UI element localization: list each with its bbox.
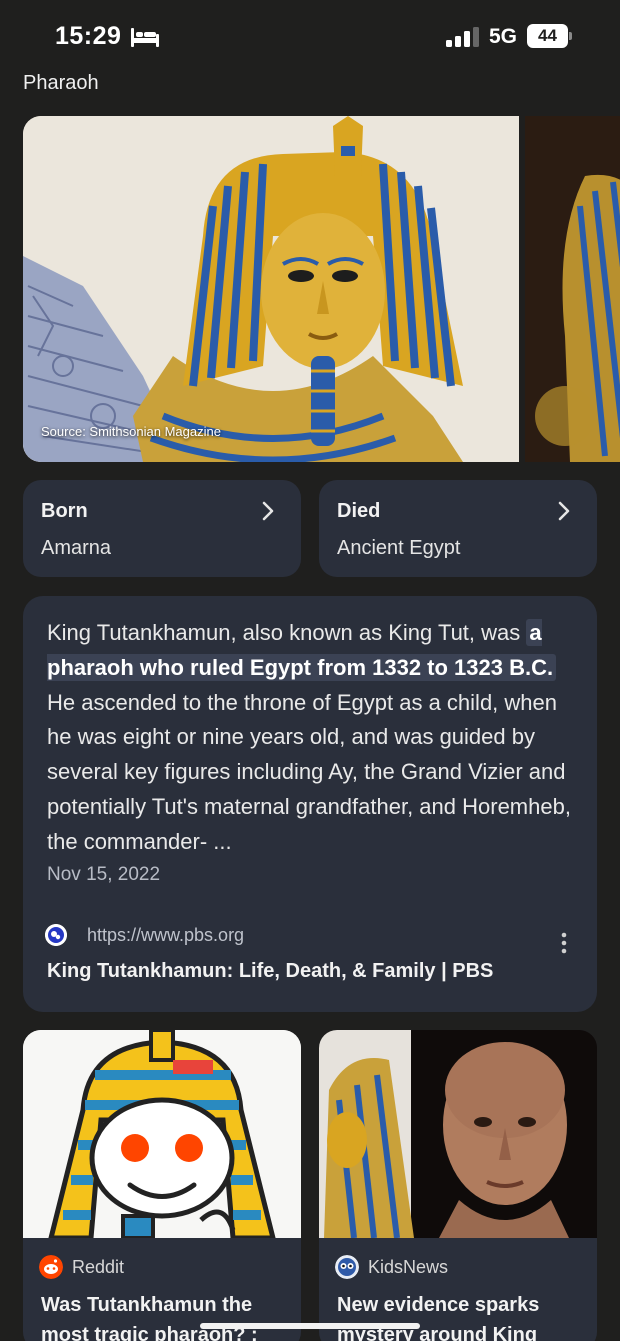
result-thumbnail (23, 1030, 301, 1238)
fact-card-died[interactable]: Died Ancient Egypt (319, 480, 597, 577)
network-type: 5G (489, 25, 518, 48)
snippet-text: King Tutankhamun, also known as King Tut… (47, 616, 577, 860)
search-results-page: 15:29 5G 44 Pharaoh Source: Smithsonian … (0, 0, 620, 1341)
snippet-source[interactable]: https://www.pbs.org (45, 924, 575, 950)
result-site-name: Reddit (72, 1257, 125, 1277)
chevron-right-icon (558, 501, 570, 521)
snippet-text-after: He ascended to the throne of Egypt as a … (47, 689, 571, 854)
carousel-image-tutankhamun-mask[interactable]: Source: Smithsonian Magazine (23, 116, 519, 462)
status-bar: 15:29 5G 44 (0, 0, 620, 72)
fact-label: Born (41, 500, 88, 522)
golden-mask-illustration (23, 116, 519, 462)
battery-icon: 44 (527, 24, 573, 48)
reddit-pharaoh-illustration (23, 1030, 301, 1238)
section-title: Pharaoh (23, 72, 99, 94)
sleep-bed-icon (131, 28, 159, 47)
result-title[interactable]: Was Tutankhamun the most tragic pharaoh?… (41, 1290, 291, 1341)
battery-level: 44 (538, 26, 557, 45)
fact-value: Ancient Egypt (337, 537, 461, 559)
cellular-signal-icon (446, 27, 479, 47)
snippet-result-title[interactable]: King Tutankhamun: Life, Death, & Family … (47, 960, 493, 983)
result-card-kidsnews[interactable]: KidsNews New evidence sparks mystery aro… (319, 1030, 597, 1341)
image-carousel[interactable]: Source: Smithsonian Magazine (23, 116, 620, 462)
snippet-date: Nov 15, 2022 (47, 864, 161, 885)
home-indicator[interactable] (200, 1323, 420, 1329)
more-vert-icon[interactable] (560, 932, 568, 954)
carousel-image-next[interactable] (525, 116, 620, 462)
status-time: 15:29 (55, 22, 122, 50)
chevron-right-icon (262, 501, 274, 521)
reddit-logo-icon (39, 1255, 63, 1279)
fact-value: Amarna (41, 537, 112, 559)
tutankhamun-reconstruction-illustration (319, 1030, 597, 1238)
fact-card-born[interactable]: Born Amarna (23, 480, 301, 577)
pbs-logo-icon (45, 924, 67, 946)
mask-side-illustration (525, 116, 620, 462)
result-thumbnail (319, 1030, 597, 1238)
fact-label: Died (337, 500, 381, 522)
image-source-caption: Source: Smithsonian Magazine (41, 424, 221, 439)
featured-snippet-card[interactable]: King Tutankhamun, also known as King Tut… (23, 596, 597, 1012)
result-site-name: KidsNews (368, 1257, 449, 1277)
kidsnews-logo-icon (335, 1255, 359, 1279)
snippet-text-before: King Tutankhamun, also known as King Tut… (47, 620, 527, 645)
result-title[interactable]: New evidence sparks mystery around King (337, 1290, 587, 1341)
result-card-reddit[interactable]: Reddit Was Tutankhamun the most tragic p… (23, 1030, 301, 1341)
source-url[interactable]: https://www.pbs.org (87, 925, 244, 946)
